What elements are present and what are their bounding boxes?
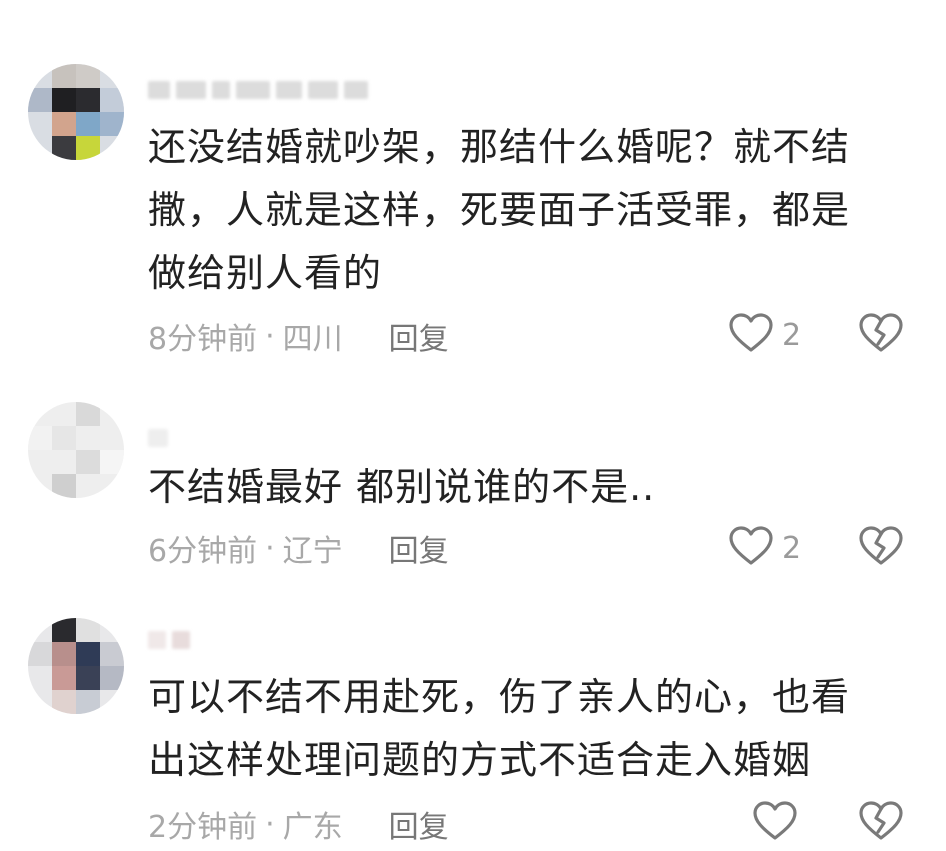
avatar-pixel: [52, 618, 76, 642]
comment-meta: 8分钟前 · 四川 回复: [148, 314, 449, 358]
avatar-pixel: [76, 618, 100, 642]
meta-separator: ·: [265, 530, 275, 566]
avatar-pixel: [76, 642, 100, 666]
username-blur: [148, 81, 170, 99]
like-count: 2: [782, 530, 802, 566]
like-count: 2: [782, 317, 802, 353]
avatar-pixel: [52, 136, 76, 160]
avatar-pixel: [52, 642, 76, 666]
avatar-pixel: [100, 450, 124, 474]
like-button[interactable]: [752, 800, 806, 846]
avatar-pixel: [52, 88, 76, 112]
username-blur: [276, 81, 302, 99]
avatar-pixel: [28, 88, 52, 112]
heart-outline-icon: [752, 800, 798, 846]
username-blur: [236, 81, 270, 99]
like-button[interactable]: 2: [728, 312, 801, 358]
heart-outline-icon: [728, 525, 774, 571]
avatar-pixel: [52, 690, 76, 714]
avatar-pixel: [76, 112, 100, 136]
meta-separator: ·: [265, 318, 275, 354]
avatar-pixel: [76, 88, 100, 112]
broken-heart-icon: [858, 801, 904, 846]
avatar-pixel: [76, 690, 100, 714]
comment-text: 还没结婚就吵架，那结什么婚呢？就不结撒，人就是这样，死要面子活受罪，都是做给别人…: [148, 125, 851, 295]
username-blur: [172, 631, 190, 649]
username-obscured[interactable]: [148, 628, 190, 652]
dislike-button[interactable]: [858, 525, 904, 571]
username-blur: [176, 81, 206, 99]
dislike-button[interactable]: [858, 800, 904, 846]
avatar[interactable]: [28, 402, 124, 498]
meta-separator: ·: [265, 806, 275, 842]
username-blur: [148, 429, 168, 447]
avatar-pixel: [100, 642, 124, 666]
avatar-pixel: [76, 64, 100, 88]
comment-time: 2分钟前: [148, 810, 258, 845]
username-blur: [212, 81, 230, 99]
reply-button[interactable]: 回复: [389, 526, 449, 570]
avatar-pixel: [52, 474, 76, 498]
avatar-pixel: [100, 666, 124, 690]
comment-location: 四川: [282, 322, 343, 357]
avatar-pixel: [52, 666, 76, 690]
comment-list: 还没结婚就吵架，那结什么婚呢？就不结撒，人就是这样，死要面子活受罪，都是做给别人…: [0, 0, 946, 851]
avatar-pixel: [76, 450, 100, 474]
comment-text: 可以不结不用赴死，伤了亲人的心，也看出这样处理问题的方式不适合走入婚姻: [148, 675, 851, 782]
avatar-pixel: [100, 112, 124, 136]
reply-button[interactable]: 回复: [389, 802, 449, 846]
username-blur: [344, 81, 368, 99]
comment-item: 还没结婚就吵架，那结什么婚呢？就不结撒，人就是这样，死要面子活受罪，都是做给别人…: [0, 0, 946, 380]
broken-heart-icon: [858, 313, 904, 358]
avatar[interactable]: [28, 618, 124, 714]
avatar-pixel: [28, 426, 52, 450]
comment-time: 6分钟前: [148, 534, 258, 569]
comment-location: 广东: [282, 810, 343, 845]
avatar-pixel: [76, 666, 100, 690]
dislike-button[interactable]: [858, 312, 904, 358]
comment-item: 可以不结不用赴死，伤了亲人的心，也看出这样处理问题的方式不适合走入婚姻 2分钟前…: [0, 590, 946, 851]
username-blur: [148, 631, 166, 649]
comment-meta: 6分钟前 · 辽宁 回复: [148, 526, 449, 570]
username-blur: [308, 81, 338, 99]
heart-outline-icon: [728, 312, 774, 358]
comment-item: 不结婚最好 都别说谁的不是.. 6分钟前 · 辽宁 回复 2: [0, 380, 946, 590]
avatar-pixel: [28, 642, 52, 666]
avatar-pixel: [52, 112, 76, 136]
avatar-pixel: [100, 88, 124, 112]
avatar-pixel: [76, 136, 100, 160]
reply-button[interactable]: 回复: [389, 314, 449, 358]
comment-text: 不结婚最好 都别说谁的不是..: [148, 465, 656, 509]
avatar-pixel: [76, 402, 100, 426]
comment-location: 辽宁: [282, 534, 343, 569]
comment-meta: 2分钟前 · 广东 回复: [148, 802, 449, 846]
avatar[interactable]: [28, 64, 124, 160]
avatar-pixel: [52, 426, 76, 450]
avatar-pixel: [52, 64, 76, 88]
username-obscured[interactable]: [148, 426, 168, 450]
comment-time: 8分钟前: [148, 322, 258, 357]
like-button[interactable]: 2: [728, 525, 801, 571]
broken-heart-icon: [858, 526, 904, 571]
username-obscured[interactable]: [148, 78, 368, 102]
